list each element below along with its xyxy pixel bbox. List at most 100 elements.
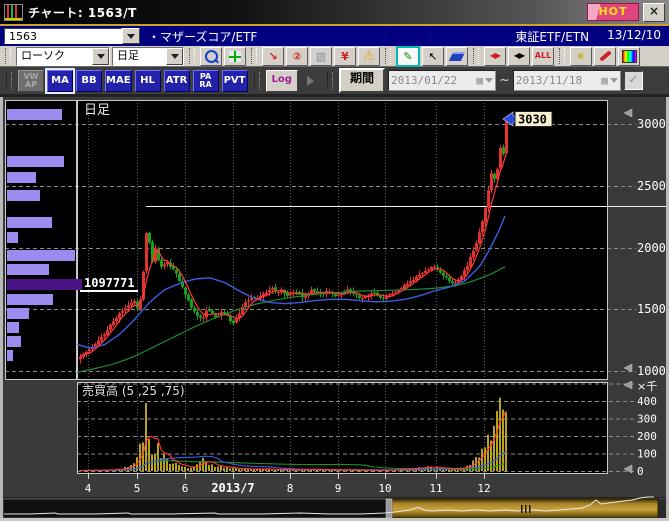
toolbar-grip[interactable] bbox=[559, 48, 565, 64]
range-navigator[interactable] bbox=[0, 497, 669, 518]
warning-icon[interactable]: ⚠ bbox=[358, 47, 380, 66]
toolbar-grip[interactable] bbox=[5, 48, 11, 64]
wrench-icon[interactable] bbox=[594, 47, 616, 66]
date-range-separator: ~ bbox=[499, 73, 510, 88]
palette-icon[interactable] bbox=[618, 47, 640, 66]
palette-icon bbox=[622, 50, 637, 63]
panel-title: 日足 bbox=[84, 103, 110, 118]
max-volume-underline bbox=[80, 290, 138, 292]
indicator-para-button[interactable]: PA RA bbox=[193, 70, 219, 92]
compress-bars-icon: ◀▶ bbox=[490, 52, 500, 60]
svg-text:12: 12 bbox=[477, 482, 490, 495]
toolbar-main: ローソク 日足 ↘② ▥ ¥ ⚠ ✎ ↖ ◀▶ ◀▶ ALL ✳ bbox=[0, 46, 669, 67]
toolbar-grip[interactable] bbox=[473, 48, 479, 64]
title-bar[interactable]: チャート: 1563/T HOT × bbox=[0, 0, 669, 24]
yen-scale-icon: ¥ bbox=[341, 51, 349, 62]
cursor-icon: ↖ bbox=[428, 51, 437, 62]
max-volume-label: 1097771 bbox=[84, 276, 135, 290]
svg-text:200: 200 bbox=[637, 430, 657, 443]
chart-tool-icon[interactable]: ▥ bbox=[310, 47, 332, 66]
symbol-input[interactable]: 1563 bbox=[4, 28, 122, 44]
svg-text:2000: 2000 bbox=[637, 241, 666, 255]
navigator-left-handle[interactable] bbox=[386, 499, 392, 518]
svg-text:9: 9 bbox=[335, 482, 342, 495]
eraser-icon bbox=[449, 52, 465, 61]
navigator-grip-icon bbox=[521, 505, 523, 513]
chevron-down-icon[interactable] bbox=[485, 78, 493, 83]
cursor-icon[interactable]: ↖ bbox=[422, 47, 444, 66]
indicator-mae-button[interactable]: MAE bbox=[105, 70, 132, 92]
toolbar-grip[interactable] bbox=[254, 72, 260, 90]
current-price-tag[interactable]: 3030 bbox=[503, 112, 552, 127]
indicator-hl-button[interactable]: HL bbox=[135, 70, 161, 92]
toolbar-grip[interactable] bbox=[327, 72, 333, 90]
calendar-icon[interactable]: ▦ bbox=[476, 74, 483, 87]
chevron-down-icon bbox=[171, 54, 179, 59]
chevron-down-icon bbox=[97, 54, 105, 59]
indicator-atr-button[interactable]: ATR bbox=[164, 70, 190, 92]
calendar-icon[interactable]: ▦ bbox=[601, 74, 608, 87]
toolbar-grip[interactable] bbox=[6, 72, 12, 90]
indicator-bb-button[interactable]: BB bbox=[76, 70, 102, 92]
symbol-info-bar: 1563 ・マザーズコア/ETF 東証ETF/ETN 13/12/10 bbox=[0, 26, 669, 46]
star-burst-icon[interactable]: ✳ bbox=[570, 47, 592, 66]
date-from-field[interactable]: 2013/01/22 ▦ bbox=[388, 70, 496, 91]
indicator-pvt-button[interactable]: PVT bbox=[222, 70, 248, 92]
svg-text:2500: 2500 bbox=[637, 179, 666, 193]
svg-text:400: 400 bbox=[637, 395, 657, 408]
market-label: 東証ETF/ETN bbox=[515, 28, 589, 45]
toolbar-grip[interactable] bbox=[385, 48, 391, 64]
svg-text:3030: 3030 bbox=[518, 113, 547, 127]
show-all-button: ALL bbox=[535, 52, 551, 60]
indicator-vwap-button[interactable]: VW AP bbox=[18, 70, 44, 92]
volume-panel-title: 売買高 (5 ,25 ,75) bbox=[82, 383, 185, 398]
magnifier-icon[interactable] bbox=[200, 47, 222, 66]
toolbar-grip[interactable] bbox=[189, 48, 195, 64]
svg-text:6: 6 bbox=[182, 482, 189, 495]
timeframe-combo[interactable]: 日足 bbox=[112, 47, 184, 66]
star-burst-icon: ✳ bbox=[576, 51, 585, 62]
app-icon bbox=[4, 4, 23, 21]
crosshair-grid-icon[interactable] bbox=[224, 47, 246, 66]
pencil-icon[interactable]: ✎ bbox=[396, 46, 420, 67]
expand-bars-icon: ◀▶ bbox=[514, 52, 524, 60]
navigator-grip-icon bbox=[525, 505, 527, 513]
apply-period-checkbox[interactable]: ✓ bbox=[624, 71, 643, 90]
chart-tool-icon: ▥ bbox=[316, 51, 326, 62]
chart-type-dropdown-button[interactable] bbox=[92, 48, 109, 65]
chart-type-combo[interactable]: ローソク bbox=[16, 47, 110, 66]
chevron-down-icon[interactable] bbox=[610, 78, 618, 83]
hot-badge[interactable]: HOT bbox=[587, 3, 639, 21]
toolbar-grip[interactable] bbox=[251, 48, 257, 64]
step-forward-icon[interactable] bbox=[301, 72, 321, 90]
number-2-icon[interactable]: ② bbox=[286, 47, 308, 66]
svg-text:×千: ×千 bbox=[637, 380, 657, 393]
date-to-field[interactable]: 2013/11/18 ▦ bbox=[513, 70, 621, 91]
svg-text:300: 300 bbox=[637, 413, 657, 426]
indicator-ma-button[interactable]: MA bbox=[47, 70, 73, 92]
close-button[interactable]: × bbox=[643, 3, 665, 22]
chart-type-value: ローソク bbox=[17, 48, 92, 65]
period-button[interactable]: 期間 bbox=[339, 68, 385, 93]
timeframe-value: 日足 bbox=[113, 48, 166, 65]
symbol-combo: 1563 bbox=[4, 28, 140, 44]
svg-text:2013/7: 2013/7 bbox=[211, 481, 254, 495]
wrench-icon bbox=[599, 50, 612, 61]
compress-bars-icon[interactable]: ◀▶ bbox=[484, 47, 506, 66]
eraser-icon[interactable] bbox=[446, 47, 468, 66]
show-all-button[interactable]: ALL bbox=[532, 47, 554, 66]
window-title: チャート: 1563/T bbox=[28, 4, 137, 21]
toolbar-indicators: VW APMABBMAEHLATRPA RAPVT Log 期間 2013/01… bbox=[0, 67, 669, 97]
chart-canvas[interactable]: 300025002000150010004003002001000×千45620… bbox=[0, 97, 669, 521]
log-scale-button[interactable]: Log bbox=[266, 70, 298, 92]
date-from-value: 2013/01/22 bbox=[391, 74, 457, 87]
yen-scale-icon[interactable]: ¥ bbox=[334, 47, 356, 66]
svg-text:4: 4 bbox=[85, 482, 92, 495]
chart-window: チャート: 1563/T HOT × 1563 ・マザーズコア/ETF 東証ET… bbox=[0, 0, 669, 521]
symbol-name-label: ・マザーズコア/ETF bbox=[148, 28, 257, 45]
trendline-icon[interactable]: ↘ bbox=[262, 47, 284, 66]
expand-bars-icon[interactable]: ◀▶ bbox=[508, 47, 530, 66]
timeframe-dropdown-button[interactable] bbox=[166, 48, 183, 65]
svg-text:3000: 3000 bbox=[637, 117, 666, 131]
symbol-dropdown-button[interactable] bbox=[122, 28, 140, 44]
